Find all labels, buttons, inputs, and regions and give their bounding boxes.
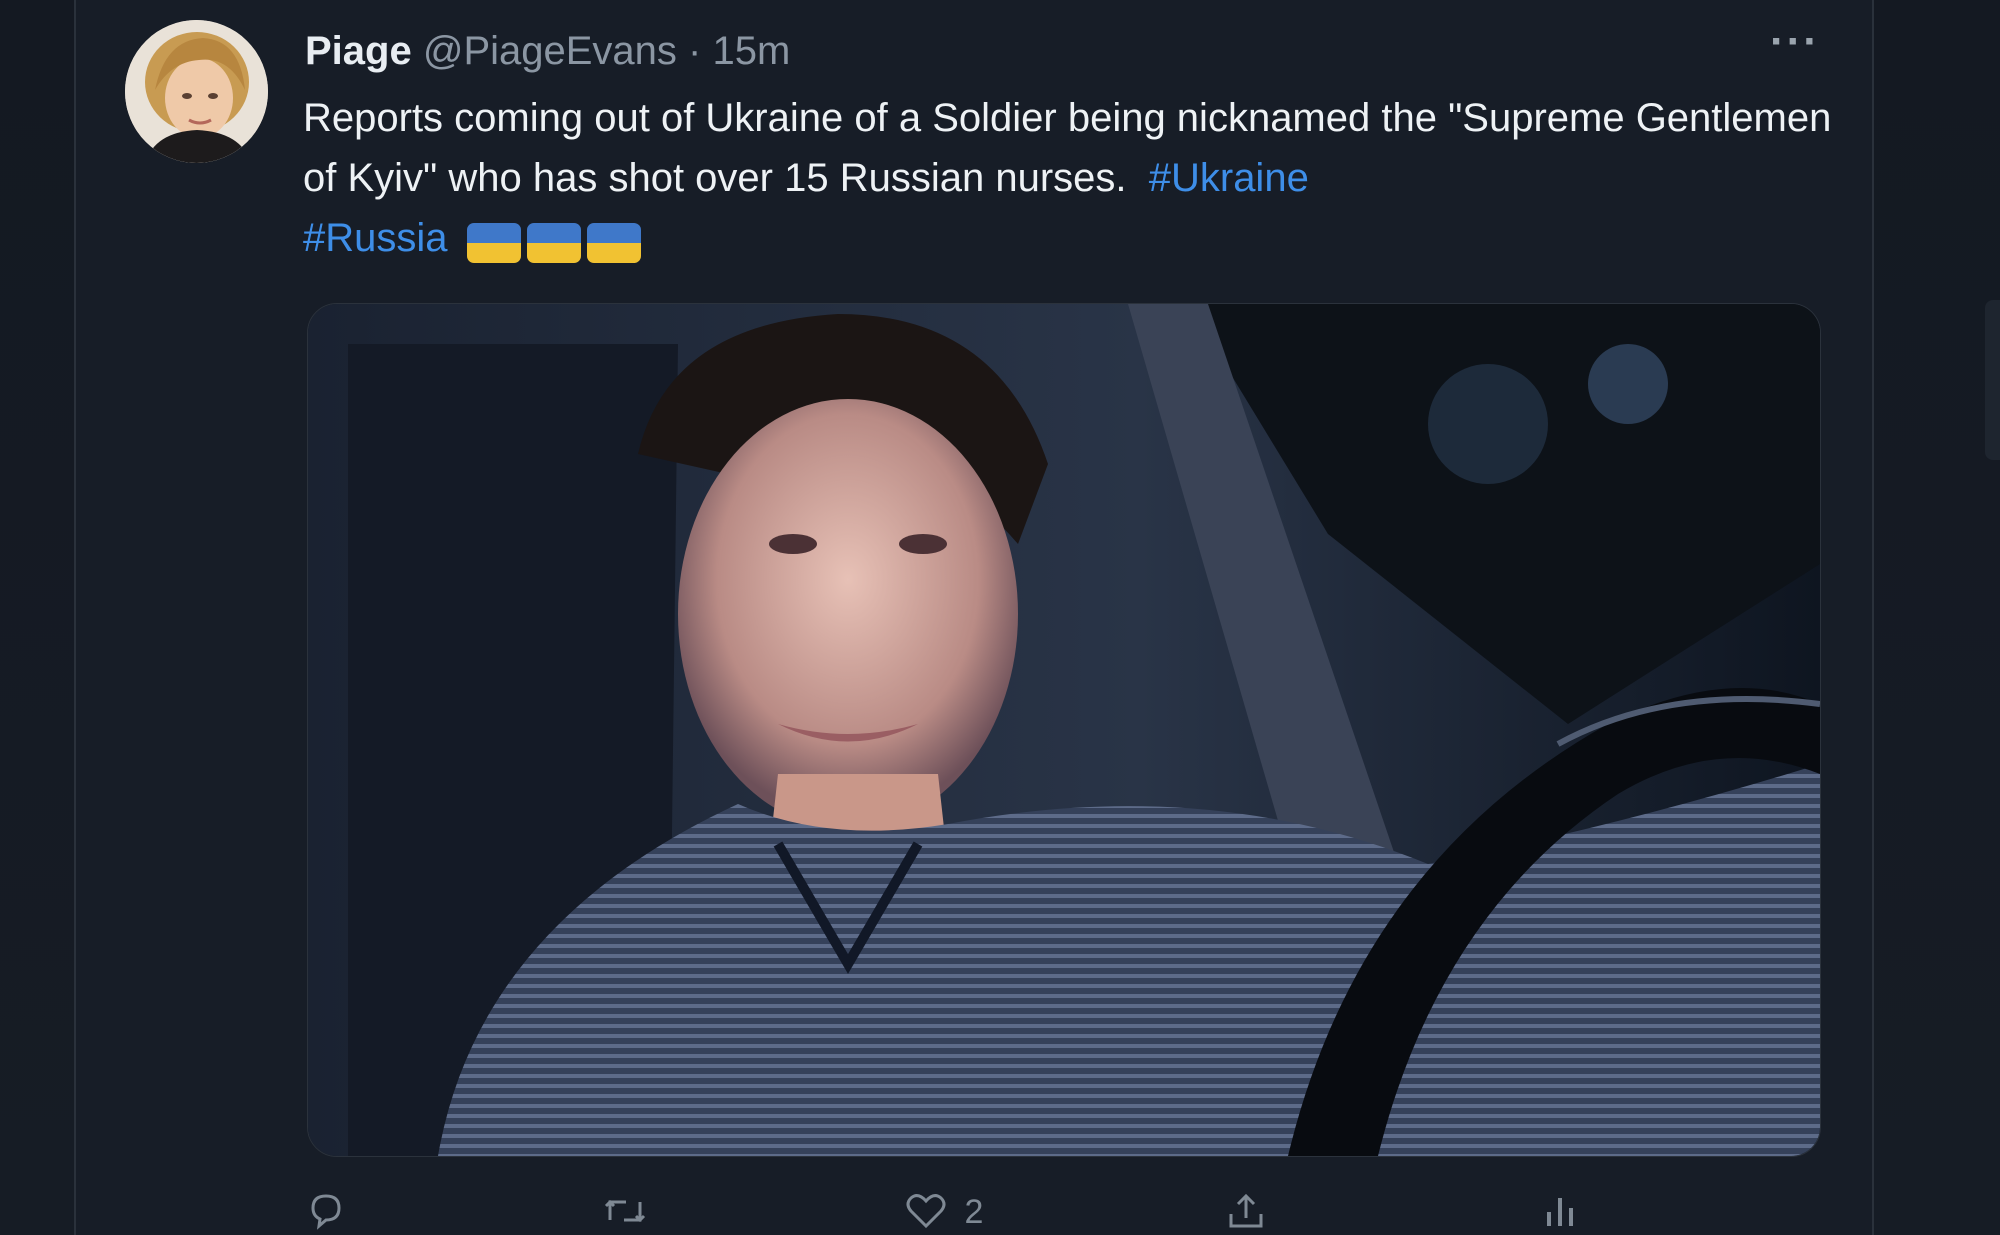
tweet-body: Reports coming out of Ukraine of a Soldi… — [303, 96, 1832, 200]
analytics-icon — [1547, 1198, 1573, 1226]
tweet-header: Piage @PiageEvans · 15m — [305, 26, 790, 76]
share-icon — [1229, 1193, 1263, 1228]
flag-emojis — [466, 210, 647, 270]
display-name[interactable]: Piage — [305, 29, 412, 73]
ukraine-flag-icon — [526, 222, 581, 263]
scroll-edge — [1985, 300, 2000, 460]
ukraine-flag-icon — [586, 222, 641, 263]
separator: · — [676, 29, 713, 73]
tweet-time[interactable]: 15m — [712, 29, 790, 73]
user-handle[interactable]: @PiageEvans — [423, 29, 677, 73]
heart-icon — [906, 1194, 946, 1229]
analytics-button[interactable] — [1537, 1190, 1583, 1235]
photo-icon — [308, 304, 1820, 1156]
tweet-text: Reports coming out of Ukraine of a Soldi… — [303, 88, 1848, 270]
hashtag-ukraine[interactable]: #Ukraine — [1149, 156, 1309, 200]
reply-icon — [311, 1194, 341, 1230]
tweet-media-photo[interactable] — [307, 303, 1821, 1157]
share-button[interactable] — [1223, 1190, 1269, 1235]
retweet-icon — [604, 1199, 646, 1223]
screenshot-frame: Piage @PiageEvans · 15m ··· Reports comi… — [0, 0, 2000, 1235]
hashtag-russia[interactable]: #Russia — [303, 216, 448, 260]
avatar-portrait-icon — [125, 20, 268, 163]
tweet-actions: 2 — [305, 1190, 1805, 1235]
retweet-button[interactable] — [602, 1190, 648, 1235]
avatar[interactable] — [125, 20, 268, 163]
like-button[interactable]: 2 — [903, 1190, 983, 1235]
like-count: 2 — [964, 1193, 984, 1231]
more-options-icon[interactable]: ··· — [1770, 20, 1820, 64]
ukraine-flag-icon — [466, 222, 521, 263]
reply-button[interactable] — [305, 1190, 347, 1235]
